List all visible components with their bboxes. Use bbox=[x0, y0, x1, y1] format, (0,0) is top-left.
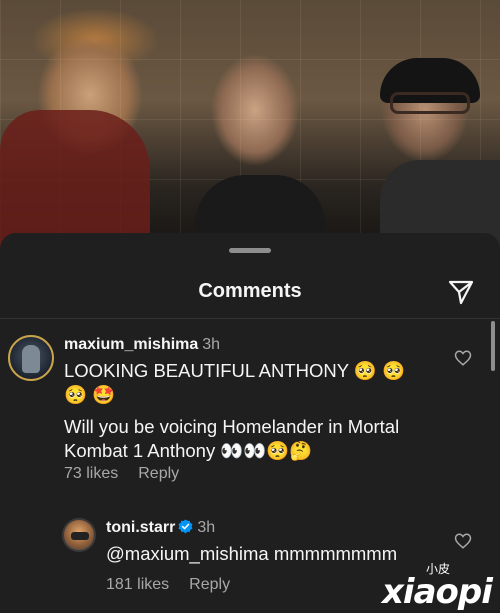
comments-sheet: Comments maxium_mishima 3h LOOKING BEAUTI… bbox=[0, 233, 500, 613]
heart-icon[interactable] bbox=[454, 349, 472, 367]
photo-person-left bbox=[0, 110, 150, 250]
heart-icon[interactable] bbox=[454, 532, 472, 550]
likes-count[interactable]: 73 likes bbox=[64, 465, 118, 482]
username[interactable]: maxium_mishima bbox=[64, 336, 198, 353]
sheet-title: Comments bbox=[198, 280, 302, 302]
username[interactable]: toni.starr bbox=[106, 519, 175, 536]
likes-count[interactable]: 181 likes bbox=[106, 576, 169, 593]
scrollbar[interactable] bbox=[491, 321, 495, 371]
comment-line: Will you be voicing Homelander in Mortal bbox=[64, 416, 400, 437]
comment-line: Kombat 1 Anthony 👀👀🥺🤔 bbox=[64, 440, 313, 461]
comment-actions: 73 likes Reply bbox=[64, 465, 179, 483]
reply-button[interactable]: Reply bbox=[138, 465, 179, 482]
avatar[interactable] bbox=[8, 335, 54, 381]
post-photo bbox=[0, 0, 500, 250]
reply-button[interactable]: Reply bbox=[189, 576, 230, 593]
comment-meta: maxium_mishima 3h bbox=[64, 336, 220, 354]
avatar[interactable] bbox=[62, 518, 96, 552]
timestamp: 3h bbox=[197, 519, 216, 536]
verified-badge-icon bbox=[178, 519, 193, 534]
share-icon[interactable] bbox=[447, 278, 475, 306]
comment-line: 🥺 🤩 bbox=[64, 384, 116, 405]
timestamp: 3h bbox=[202, 336, 221, 353]
comment-line: LOOKING BEAUTIFUL ANTHONY 🥺 🥺 bbox=[64, 360, 406, 381]
comment-actions: 181 likes Reply bbox=[106, 576, 230, 594]
watermark-text: xiaopi bbox=[382, 572, 493, 612]
comment-meta: toni.starr 3h bbox=[106, 519, 215, 537]
photo-glasses bbox=[390, 92, 470, 114]
comment-text: LOOKING BEAUTIFUL ANTHONY 🥺 🥺 🥺 🤩 Will y… bbox=[64, 359, 444, 463]
watermark: 小皮 xiaopi bbox=[382, 560, 500, 613]
drag-handle[interactable] bbox=[229, 248, 271, 253]
header-divider bbox=[0, 318, 500, 319]
